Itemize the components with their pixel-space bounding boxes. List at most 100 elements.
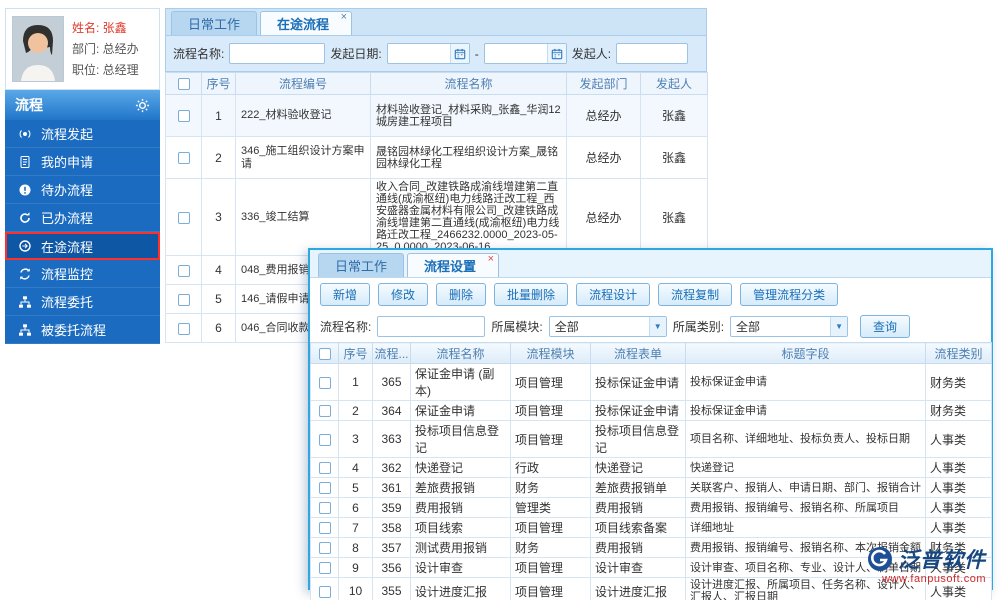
profile-name: 姓名: 张鑫 [72,21,127,35]
row-checkbox[interactable] [318,462,331,475]
row-checkbox[interactable] [318,482,331,495]
tab-flow-settings[interactable]: 流程设置 × [407,253,500,277]
module-select[interactable]: 全部 ▼ [548,316,667,337]
sidebar-menu: 流程发起 我的申请 待办流程 已办流程 在途流程 流程监控 流程委托 被委托流程 [5,120,160,344]
row-checkbox[interactable] [318,502,331,515]
row-checkbox[interactable] [177,152,190,165]
calendar-icon[interactable] [449,44,469,63]
row-checkbox[interactable] [318,405,331,418]
tab-in-transit-flow[interactable]: 在途流程 × [260,11,353,35]
start-date-from-input[interactable] [387,45,450,62]
row-checkbox[interactable] [318,376,331,389]
front-filterbar: 流程名称: 所属模块: 全部 ▼ 所属类别: 全部 ▼ 查询 [310,311,991,342]
flow-settings-window: 日常工作 流程设置 × 新增 修改 删除 批量删除 流程设计 流程复制 管理流程… [308,248,993,600]
front-toolbar: 新增 修改 删除 批量删除 流程设计 流程复制 管理流程分类 [310,278,991,311]
table-row: 6 359 费用报销 管理类 费用报销 费用报销、报销编号、报销名称、所属项目 … [310,497,992,518]
avatar-image [13,17,63,81]
avatar [12,16,64,82]
delete-button[interactable]: 删除 [436,283,487,306]
col-header-module: 流程模块 [510,342,591,364]
chevron-down-icon: ▼ [830,317,848,336]
select-all-checkbox[interactable] [318,347,331,360]
table-row: 2 364 保证金申请 项目管理 投标保证金申请 投标保证金申请 财务类 [310,400,992,421]
sidebar-item-delegated-flows[interactable]: 被委托流程 [5,316,160,344]
main-tabbar: 日常工作 在途流程 × [165,8,707,36]
category-label: 所属类别: [672,320,725,334]
fanpu-watermark: 泛普软件 www.fanpusoft.com [867,544,986,585]
broadcast-icon [19,129,31,138]
category-select[interactable]: 全部 ▼ [730,316,849,337]
row-checkbox[interactable] [177,293,190,306]
date-separator: - [474,46,479,61]
row-checkbox[interactable] [177,322,190,335]
start-date-label: 发起日期: [330,47,382,61]
sidebar: 姓名: 张鑫 部门: 总经办 职位: 总经理 流程 流程发起 我的申请 待办流程 [5,8,160,344]
row-checkbox[interactable] [318,542,331,555]
profile-card: 姓名: 张鑫 部门: 总经办 职位: 总经理 [5,8,160,90]
module-label: 所属模块: [491,320,543,334]
flow-design-button[interactable]: 流程设计 [576,283,651,306]
row-checkbox[interactable] [177,110,190,123]
search-button[interactable]: 查询 [860,315,911,338]
row-checkbox[interactable] [318,562,331,575]
row-checkbox[interactable] [177,211,190,224]
tab-routine-work[interactable]: 日常工作 [318,253,405,277]
close-tab-icon[interactable]: × [488,254,494,265]
table-row: 2 346_施工组织设计方案申请 晟铭园林绿化工程组织设计方案_晟铭园林绿化工程… [165,136,708,179]
main-filterbar: 流程名称: 发起日期: - 发起人: [165,36,707,72]
row-checkbox[interactable] [318,585,331,598]
flow-name-input[interactable] [377,316,486,337]
table-row: 5 361 差旅费报销 财务 差旅费报销单 关联客户、报销人、申请日期、部门、报… [310,477,992,498]
flow-name-label: 流程名称: [320,320,372,334]
org-network-icon [19,323,31,336]
initiator-input[interactable] [616,43,689,64]
row-checkbox[interactable] [177,264,190,277]
calendar-icon[interactable] [546,44,566,63]
sidebar-item-in-transit-flows[interactable]: 在途流程 [5,232,160,260]
initiator-label: 发起人: [571,47,612,61]
sidebar-header: 流程 [5,90,160,120]
profile-dept: 部门: 总经办 [72,42,139,56]
add-button[interactable]: 新增 [320,283,371,306]
sync-icon [20,267,30,280]
col-header-dept: 发起部门 [566,72,641,95]
batch-delete-button[interactable]: 批量删除 [494,283,569,306]
desktop: 姓名: 张鑫 部门: 总经办 职位: 总经理 流程 流程发起 我的申请 待办流程 [0,0,1000,600]
start-date-from [386,43,470,64]
select-all-checkbox[interactable] [177,78,190,91]
col-header-category: 流程类别 [925,342,992,364]
brand-name: 泛普软件 [898,549,986,572]
col-header-code: 流程编号 [235,72,371,95]
start-date-to [483,43,567,64]
front-tabbar: 日常工作 流程设置 × [310,250,991,278]
col-header-code: 流程... [372,342,411,364]
col-header-field: 标题字段 [685,342,926,364]
gear-icon[interactable] [135,98,150,113]
row-checkbox[interactable] [318,433,331,446]
manage-category-button[interactable]: 管理流程分类 [740,283,839,306]
sidebar-item-completed-flows[interactable]: 已办流程 [5,204,160,232]
sidebar-item-flow-monitor[interactable]: 流程监控 [5,260,160,288]
row-checkbox[interactable] [318,522,331,535]
col-header-no: 序号 [338,342,373,364]
start-date-to-input[interactable] [484,45,547,62]
sidebar-item-my-applications[interactable]: 我的申请 [5,148,160,176]
document-icon [20,155,30,168]
flow-name-input[interactable] [229,43,326,64]
org-network-icon [19,295,31,308]
sidebar-title: 流程 [15,97,43,113]
alert-icon [19,184,31,195]
fanpu-logo-icon [868,547,892,571]
table-row: 3 363 投标项目信息登记 项目管理 投标项目信息登记 项目名称、详细地址、投… [310,420,992,458]
table-row: 1 365 保证金申请 (副本) 项目管理 投标保证金申请 投标保证金申请 财务… [310,363,992,401]
sidebar-item-flow-initiate[interactable]: 流程发起 [5,120,160,148]
tab-routine-work[interactable]: 日常工作 [171,11,258,35]
table-row: 7 358 项目线索 项目管理 项目线索备案 详细地址 人事类 [310,517,992,538]
sidebar-item-flow-delegate[interactable]: 流程委托 [5,288,160,316]
close-tab-icon[interactable]: × [341,12,347,23]
flow-copy-button[interactable]: 流程复制 [658,283,733,306]
col-header-form: 流程表单 [590,342,686,364]
edit-button[interactable]: 修改 [378,283,429,306]
flow-name-label: 流程名称: [173,47,225,61]
sidebar-item-pending-flows[interactable]: 待办流程 [5,176,160,204]
